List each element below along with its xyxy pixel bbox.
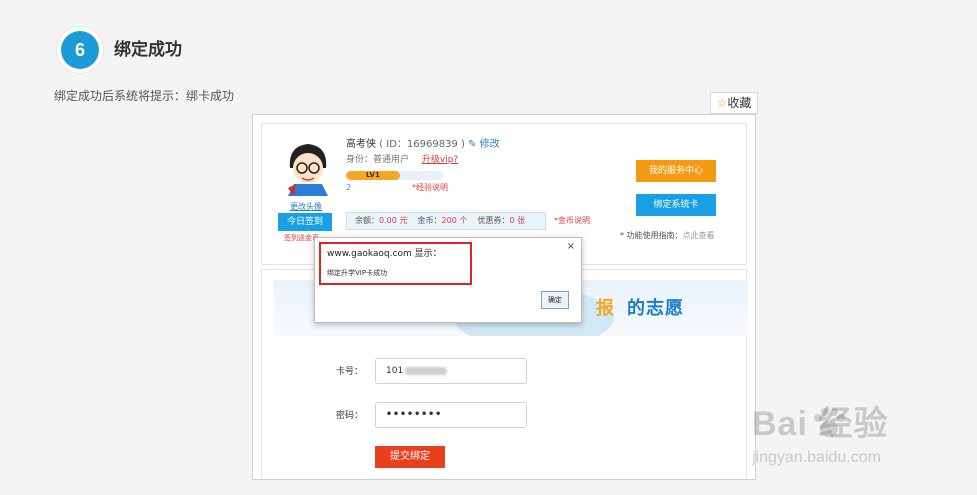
close-icon[interactable]: × [567,241,575,253]
password-label: 密码： [336,411,364,421]
user-id: ( ID：16969839 ) [379,139,465,150]
balance-value: 0.00 元 [379,216,408,225]
level-number: 2 [346,183,352,192]
screenshot-frame: 更改头像 高考侠 ( ID：16969839 ) ✎ 修改 身份：普通用户 升级… [252,114,756,480]
user-name-line: 高考侠 ( ID：16969839 ) ✎ 修改 [346,138,500,151]
step-description: 绑定成功后系统将提示：绑卡成功 [54,89,235,103]
gold-explain-link[interactable]: *金币说明 [554,216,590,226]
identity-line: 身份：普通用户 升级vip? [346,154,458,166]
baidu-jingyan-watermark: Bai 经验 jingyan.baidu.com [752,404,977,495]
favorite-label: 收藏 [727,96,752,110]
banner-highlight: 报 [596,298,615,319]
level-label: LV1 [346,171,400,180]
avatar[interactable] [282,138,334,198]
gold-label: 金币： [417,216,442,225]
ok-button[interactable]: 确定 [541,291,569,309]
balance-label: 余额： [355,216,379,225]
gold-value: 200 个 [441,216,468,225]
edit-link[interactable]: 修改 [480,139,500,150]
edit-icon[interactable]: ✎ [468,139,476,150]
step-title: 绑定成功 [114,40,182,60]
watermark-url: jingyan.baidu.com [752,449,881,466]
step-number-badge: 6 [57,27,103,73]
coupon-label: 优惠券： [477,216,510,225]
star-icon: ☆ [716,96,728,110]
dialog-message: 绑定升学VIP卡成功 [327,269,388,277]
level-progress-bar: LV1 [346,171,444,180]
password-input[interactable]: •••••••• [375,402,527,428]
usage-guide-link[interactable]: 点此查看 [683,231,715,240]
card-number-input[interactable]: 101 [375,358,527,384]
step-number: 6 [61,31,99,69]
banner-text: 报的志愿 [596,298,684,320]
usage-guide: * 功能使用指南：点此查看 [620,231,715,241]
checkin-button[interactable]: 今日签到 [278,213,332,231]
balance-bar: 余额：0.00 元 金币：200 个 优惠券：0 张 [346,212,546,230]
user-name: 高考侠 [346,139,376,150]
favorite-button[interactable]: ☆收藏 [710,92,758,114]
redacted-digits [405,366,448,375]
banner-caption: 的志愿 [627,298,684,319]
service-center-button[interactable]: 我的服务中心 [636,160,716,182]
card-number-value: 101 [386,366,404,376]
identity-label: 身份：普通用户 [346,155,410,165]
paw-icon [814,408,845,437]
submit-bind-button[interactable]: 提交绑定 [375,446,445,468]
usage-guide-label: * 功能使用指南： [620,231,683,240]
coupon-value: 0 张 [509,216,526,225]
upgrade-vip-link[interactable]: 升级vip? [422,155,458,165]
alert-dialog: × www.gaokaoq.com 显示： 绑定升学VIP卡成功 确定 [314,237,582,323]
experience-explain-link[interactable]: *经验说明 [412,183,448,193]
bind-card-button[interactable]: 绑定系统卡 [636,194,716,216]
dialog-title: www.gaokaoq.com 显示： [327,249,442,259]
card-number-label: 卡号： [336,367,364,377]
change-avatar-link[interactable]: 更改头像 [290,202,322,212]
